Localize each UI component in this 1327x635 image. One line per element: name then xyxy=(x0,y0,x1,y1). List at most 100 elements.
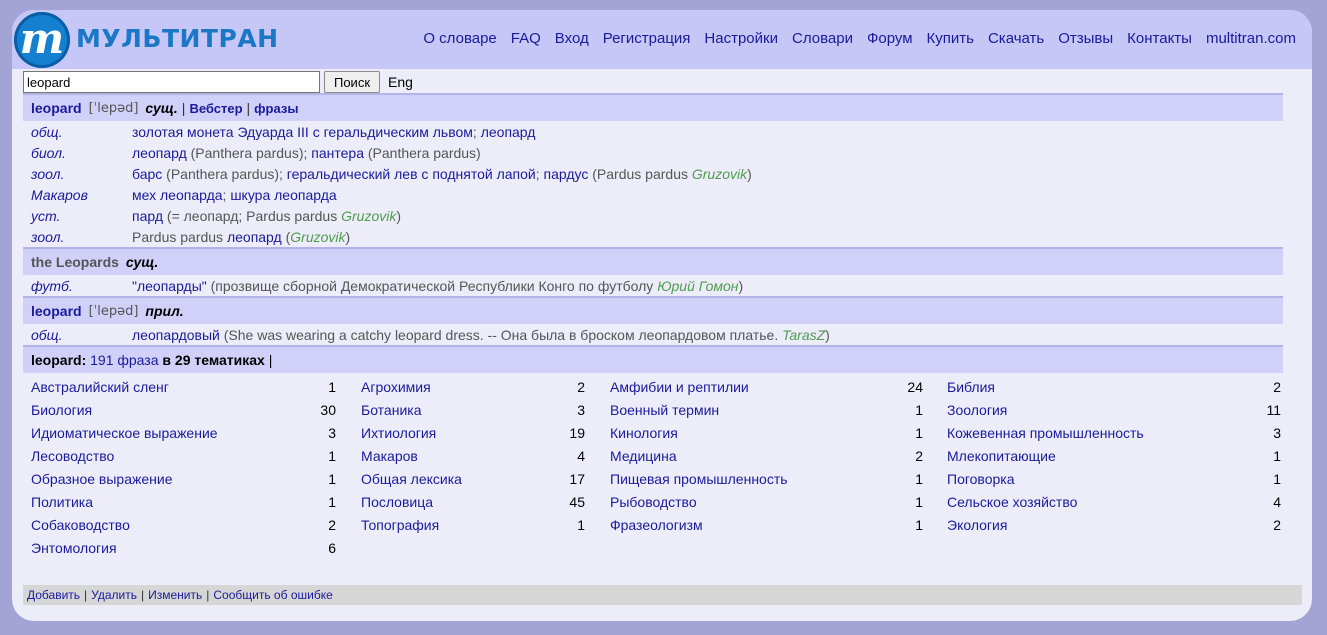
nav-forum[interactable]: Форум xyxy=(867,30,913,47)
category-link[interactable]: Рыбоводство xyxy=(610,494,697,510)
category-link[interactable]: Амфибии и рептилии xyxy=(610,379,749,395)
category-link[interactable]: Военный термин xyxy=(610,402,719,418)
logo-text[interactable]: МУЛЬТИТРАН xyxy=(76,24,279,53)
translation-link[interactable]: леопард xyxy=(132,145,187,161)
category-link[interactable]: Образное выражение xyxy=(31,471,173,487)
category-link[interactable]: Топография xyxy=(361,517,439,533)
page: m МУЛЬТИТРАН О словаре FAQ Вход Регистра… xyxy=(12,10,1312,621)
subject-label[interactable]: зоол. xyxy=(23,229,132,245)
translation-note: ; xyxy=(535,165,544,182)
nav-faq[interactable]: FAQ xyxy=(511,30,541,47)
author-link[interactable]: Gruzovik xyxy=(341,208,396,224)
entry-word[interactable]: leopard xyxy=(31,100,82,116)
category-link[interactable]: Сельское хозяйство xyxy=(947,494,1077,510)
translation-row: Макаров мех леопарда; шкура леопарда xyxy=(23,184,1283,205)
search-input[interactable] xyxy=(23,71,320,93)
category-count: 3 xyxy=(328,425,336,441)
nav-login[interactable]: Вход xyxy=(555,30,589,47)
entry-header-the-leopards: the Leopards сущ. xyxy=(23,247,1283,275)
subject-label[interactable]: общ. xyxy=(23,124,132,140)
subject-label[interactable]: футб. xyxy=(23,278,132,294)
category-link[interactable]: Политика xyxy=(31,494,93,510)
category-link[interactable]: Кожевенная промышленность xyxy=(947,425,1144,441)
search-button[interactable]: Поиск xyxy=(324,71,380,93)
nav-settings[interactable]: Настройки xyxy=(704,30,778,47)
phrases-count-link[interactable]: 191 фраза xyxy=(90,352,158,368)
category-link[interactable]: Пословица xyxy=(361,494,433,510)
nav-download[interactable]: Скачать xyxy=(988,30,1044,47)
translation-text: золотая монета Эдуарда III с геральдичес… xyxy=(132,124,535,140)
nav-reviews[interactable]: Отзывы xyxy=(1058,30,1113,47)
category-count: 2 xyxy=(1273,517,1281,533)
entry-word[interactable]: leopard xyxy=(31,303,82,319)
category-link[interactable]: Экология xyxy=(947,517,1007,533)
category-link[interactable]: Библия xyxy=(947,379,995,395)
subject-label[interactable]: Макаров xyxy=(23,187,132,203)
footer-add-link[interactable]: Добавить xyxy=(27,588,80,602)
author-link[interactable]: Юрий Гомон xyxy=(657,278,738,294)
entry-rows-adjective: общ. леопардовый (She was wearing a catch… xyxy=(23,324,1283,345)
language-label[interactable]: Eng xyxy=(388,74,413,90)
category-count: 4 xyxy=(577,448,585,464)
category-link[interactable]: Фразеологизм xyxy=(610,517,703,533)
category-link[interactable]: Агрохимия xyxy=(361,379,431,395)
nav-contacts[interactable]: Контакты xyxy=(1127,30,1192,47)
nav-dictionaries[interactable]: Словари xyxy=(792,30,853,47)
translation-row: зоол. барс (Panthera pardus); геральдичес… xyxy=(23,163,1283,184)
author-link[interactable]: Gruzovik xyxy=(290,229,345,245)
results: leopard [ˈlepəd] сущ. | Вебстер | фразы … xyxy=(23,93,1283,563)
nav-about[interactable]: О словаре xyxy=(423,30,496,47)
category-count: 1 xyxy=(915,494,923,510)
category-link[interactable]: Собаководство xyxy=(31,517,130,533)
subject-label[interactable]: биол. xyxy=(23,145,132,161)
category-link[interactable]: Лесоводство xyxy=(31,448,114,464)
translation-link[interactable]: пардус xyxy=(544,166,589,182)
subject-label[interactable]: общ. xyxy=(23,327,132,343)
category-count: 1 xyxy=(1273,448,1281,464)
translation-link[interactable]: леопардовый xyxy=(132,327,220,343)
category-count: 1 xyxy=(1273,471,1281,487)
author-link[interactable]: Gruzovik xyxy=(692,166,747,182)
subject-label[interactable]: уст. xyxy=(23,208,132,224)
category-link[interactable]: Ихтиология xyxy=(361,425,436,441)
category-link[interactable]: Зоология xyxy=(947,402,1007,418)
category-link[interactable]: Макаров xyxy=(361,448,418,464)
footer-edit-link[interactable]: Изменить xyxy=(148,588,202,602)
footer-report-error-link[interactable]: Сообщить об ошибке xyxy=(213,588,332,602)
category-link[interactable]: Энтомология xyxy=(31,540,117,556)
nav-multitran-com[interactable]: multitran.com xyxy=(1206,30,1296,47)
phrases-link[interactable]: фразы xyxy=(254,101,298,116)
footer-delete-link[interactable]: Удалить xyxy=(91,588,137,602)
subject-label[interactable]: зоол. xyxy=(23,166,132,182)
translation-link[interactable]: золотая монета Эдуарда III с геральдичес… xyxy=(132,124,473,140)
top-nav: О словаре FAQ Вход Регистрация Настройки… xyxy=(409,30,1296,47)
category-count: 6 xyxy=(328,540,336,556)
nav-register[interactable]: Регистрация xyxy=(603,30,691,47)
category-link[interactable]: Австралийский сленг xyxy=(31,379,169,395)
multitran-logo-icon[interactable]: m xyxy=(14,12,70,68)
category-link[interactable]: Медицина xyxy=(610,448,677,464)
category-link[interactable]: Кинология xyxy=(610,425,678,441)
translation-link[interactable]: пард xyxy=(132,208,163,224)
category-count: 11 xyxy=(1266,402,1281,418)
translation-link[interactable]: мех леопарда xyxy=(132,187,223,203)
webster-link[interactable]: Вебстер xyxy=(189,101,242,116)
translation-link[interactable]: шкура леопарда xyxy=(230,187,336,203)
translation-link[interactable]: геральдический лев с поднятой лапой xyxy=(287,166,536,182)
nav-buy[interactable]: Купить xyxy=(927,30,974,47)
entry-word: the Leopards xyxy=(31,254,119,270)
translation-link[interactable]: леопард xyxy=(481,124,536,140)
category-link[interactable]: Общая лексика xyxy=(361,471,462,487)
translation-link[interactable]: "леопарды" xyxy=(132,278,207,294)
category-link[interactable]: Пищевая промышленность xyxy=(610,471,788,487)
category-link[interactable]: Млекопитающие xyxy=(947,448,1056,464)
author-link[interactable]: TarasZ xyxy=(782,327,825,343)
translation-link[interactable]: барс xyxy=(132,166,162,182)
category-link[interactable]: Поговорка xyxy=(947,471,1015,487)
category-count: 1 xyxy=(915,425,923,441)
translation-link[interactable]: пантера xyxy=(311,145,364,161)
category-link[interactable]: Идиоматическое выражение xyxy=(31,425,218,441)
category-link[interactable]: Биология xyxy=(31,402,92,418)
category-link[interactable]: Ботаника xyxy=(361,402,421,418)
translation-link[interactable]: леопард xyxy=(227,229,282,245)
